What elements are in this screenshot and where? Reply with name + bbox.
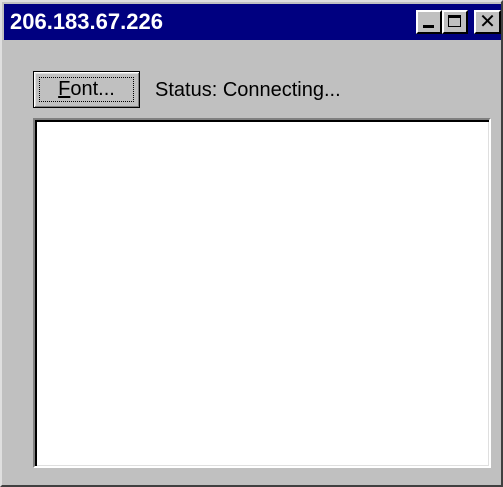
output-text-area[interactable]	[33, 118, 491, 468]
font-button-label-rest: ont...	[70, 78, 115, 100]
close-button[interactable]: ✕	[474, 10, 501, 34]
close-icon: ✕	[479, 9, 496, 33]
window-title: 206.183.67.226	[10, 9, 163, 34]
app-window: 206.183.67.226 ✕ Font... Status: Connect…	[0, 0, 503, 487]
title-bar[interactable]: 206.183.67.226 ✕	[4, 4, 501, 40]
connection-status: Status: Connecting...	[155, 79, 341, 101]
maximize-icon	[448, 15, 461, 27]
font-button-accelerator: F	[58, 78, 71, 100]
minimize-icon	[423, 25, 434, 28]
minimize-button[interactable]	[416, 10, 442, 34]
maximize-button[interactable]	[442, 10, 468, 34]
font-button-label: Font...	[34, 72, 139, 107]
font-button[interactable]: Font...	[33, 71, 140, 108]
